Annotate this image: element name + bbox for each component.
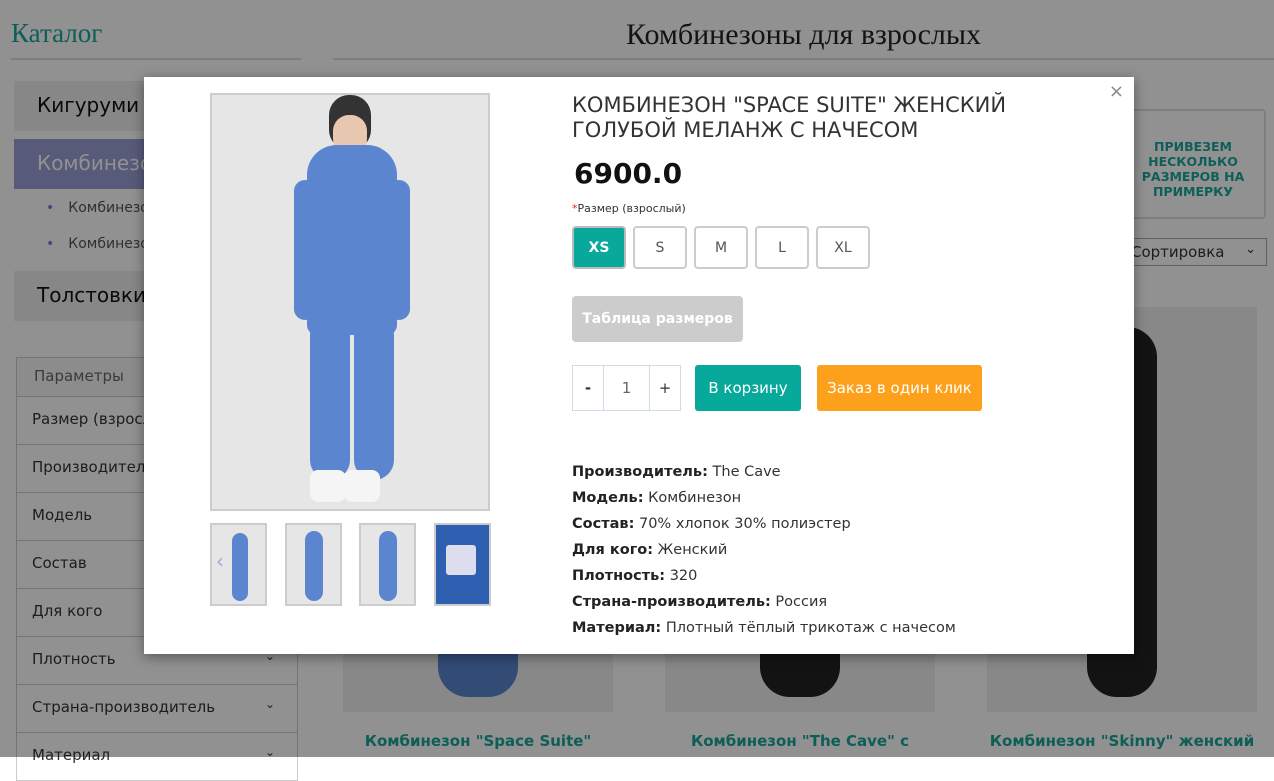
spec-row: Модель: Комбинезон xyxy=(572,490,742,506)
quantity-stepper: - 1 + xyxy=(572,365,681,411)
product-specs: Производитель: The Cave Модель: Комбинез… xyxy=(572,459,956,641)
product-price: 6900.0 xyxy=(574,157,683,190)
spec-row: Плотность: 320 xyxy=(572,568,698,584)
product-title: Комбинезон "Space Suite" женский голубой… xyxy=(572,93,1007,142)
size-options: XS S M L XL xyxy=(572,226,870,269)
size-option-l[interactable]: L xyxy=(755,226,809,269)
thumbnail[interactable] xyxy=(434,523,491,606)
add-to-cart-button[interactable]: В корзину xyxy=(695,365,801,411)
thumbnail[interactable] xyxy=(359,523,416,606)
size-option-m[interactable]: M xyxy=(694,226,748,269)
quantity-input[interactable]: 1 xyxy=(603,366,650,410)
close-icon[interactable]: × xyxy=(1109,81,1124,102)
one-click-order-button[interactable]: Заказ в один клик xyxy=(817,365,982,411)
size-label: *Размер (взрослый) xyxy=(572,202,686,215)
spec-row: Производитель: The Cave xyxy=(572,464,781,480)
spec-row: Страна-производитель: Россия xyxy=(572,594,828,610)
spec-row: Состав: 70% хлопок 30% полиэстер xyxy=(572,516,851,532)
size-table-button[interactable]: Таблица размеров xyxy=(572,296,743,342)
quantity-minus-button[interactable]: - xyxy=(573,366,603,410)
spec-row: Для кого: Женский xyxy=(572,542,728,558)
spec-row: Материал: Плотный тёплый трикотаж с наче… xyxy=(572,620,956,636)
thumbnail[interactable] xyxy=(285,523,342,606)
quantity-plus-button[interactable]: + xyxy=(650,366,680,410)
size-option-xs[interactable]: XS xyxy=(572,226,626,269)
size-option-s[interactable]: S xyxy=(633,226,687,269)
quick-view-modal: × ‹ Комбинезон "Space Suite" женский гол… xyxy=(144,77,1134,654)
product-main-image[interactable] xyxy=(210,93,490,511)
chevron-left-icon[interactable]: ‹ xyxy=(216,549,224,573)
size-option-xl[interactable]: XL xyxy=(816,226,870,269)
